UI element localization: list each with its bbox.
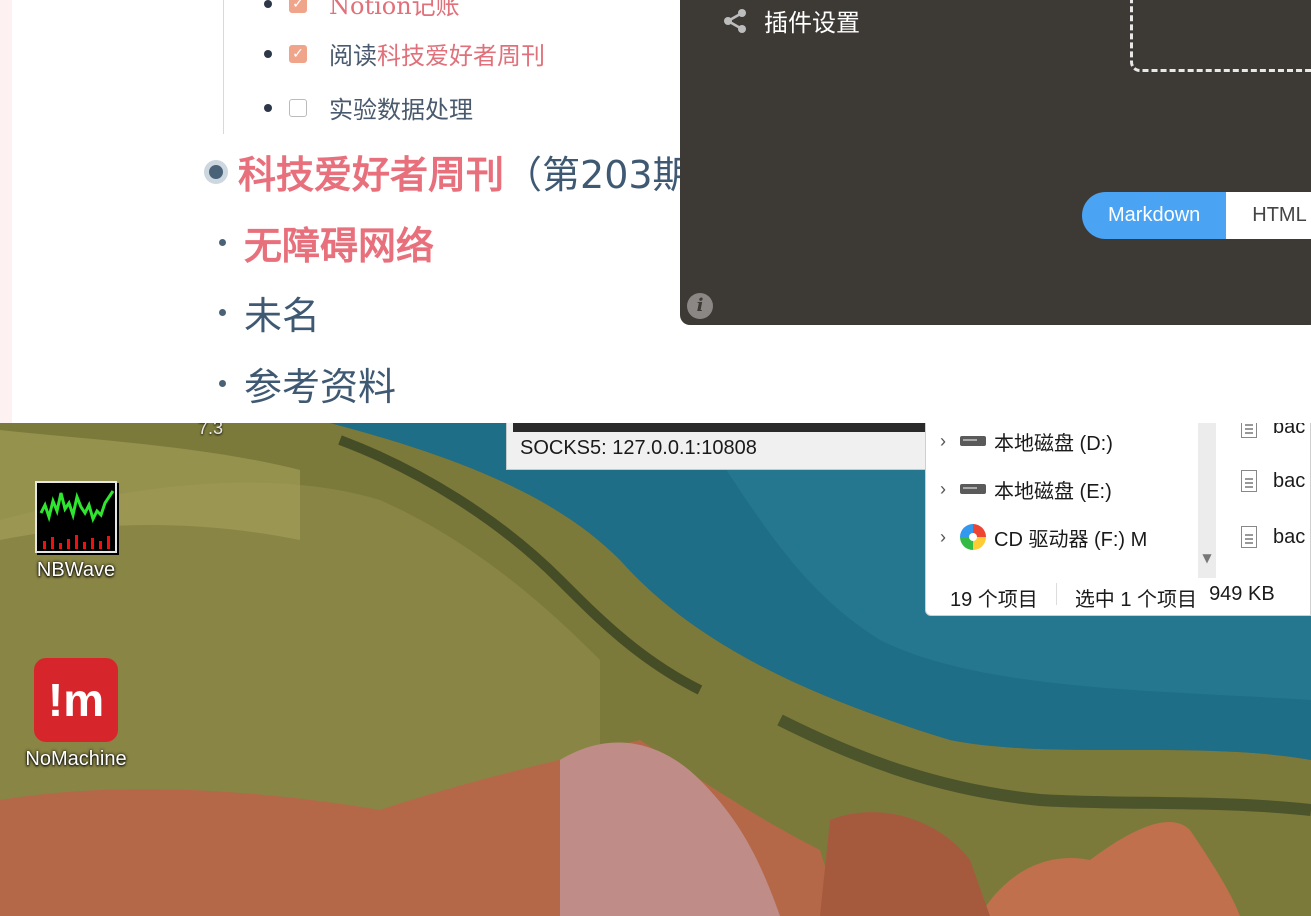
nav-tree-item-drive-e[interactable]: › 本地磁盘 (E:) [926,469,1112,509]
proxy-socks-status: SOCKS5: 127.0.0.1:10808 [520,437,757,459]
task-checkbox-checked[interactable]: ✓ [289,0,307,13]
drop-zone[interactable] [1130,0,1311,72]
outline-item[interactable]: 未名 [219,285,320,340]
outline-bullet-focused[interactable] [204,159,228,184]
outline-bullet[interactable] [219,380,226,387]
desktop-icon-label: NBWave [36,559,116,581]
outline-item-title: 无障碍网络 [244,224,435,268]
outline-bullet[interactable] [219,239,226,246]
nav-tree-label: CD 驱动器 (F:) M [994,528,1148,551]
task-text[interactable]: 阅读 [329,36,377,71]
chevron-right-icon[interactable]: › [926,479,960,500]
task-item: ✓ Notion记账 [264,0,460,21]
nav-tree-item-cd-drive[interactable]: › CD 驱动器 (F:) M [926,517,1174,557]
task-text[interactable]: Notion记账 [329,0,460,21]
list-bullet [264,49,272,58]
drive-icon [960,484,986,494]
share-icon [724,8,746,33]
proxy-toolbar-edge [513,423,931,432]
cd-drive-icon [960,524,986,550]
task-text[interactable]: 实验数据处理 [329,90,473,125]
outline-item[interactable]: 无障碍网络 [219,215,434,270]
outline-bullet[interactable] [219,309,226,316]
chevron-right-icon[interactable]: › [926,527,960,548]
format-option-html[interactable]: HTML [1226,192,1311,239]
file-explorer-window: › 本地磁盘 (D:) › 本地磁盘 (E:) › CD 驱动器 (F:) M … [925,416,1311,616]
nav-tree-label: 本地磁盘 (D:) [994,432,1113,455]
nav-tree-item-drive-d[interactable]: › 本地磁盘 (D:) [926,421,1113,461]
format-toggle[interactable]: Markdown HTML [1082,192,1311,239]
status-selected-count: 选中 1 个项目 [1074,589,1198,611]
nav-tree-label: 本地磁盘 (E:) [994,480,1112,503]
plugin-settings-panel: 插件设置 Markdown HTML i [680,0,1311,325]
proxy-client-window: SOCKS5: 127.0.0.1:10808 [506,423,936,470]
outline-item-title: 科技爱好者周刊 [238,153,505,197]
status-selected-size: 949 KB [1209,583,1275,605]
file-list-item[interactable]: bac [1241,461,1305,501]
outline-item-title: 未名 [244,294,321,338]
file-name: bac [1273,525,1306,548]
task-item: 实验数据处理 [264,90,473,125]
outline-item-title: 参考资料 [244,365,397,409]
task-checkbox-unchecked[interactable] [289,98,307,117]
outline-item-active[interactable]: 科技爱好者周刊 （第203期 [204,144,691,199]
task-link-text[interactable]: 科技爱好者周刊 [377,36,545,71]
status-divider [1055,583,1057,605]
desktop-icon-label: NoMachine [25,748,127,770]
format-option-markdown[interactable]: Markdown [1082,192,1227,239]
outline-item-suffix: （第203期 [504,153,691,197]
chevron-right-icon[interactable]: › [926,431,960,452]
file-list-item[interactable]: bac [1241,517,1305,557]
drive-icon [960,436,986,446]
scroll-down-arrow-icon[interactable]: ▼ [1198,551,1216,571]
plugin-settings-header[interactable]: 插件设置 [722,3,860,38]
nomachine-logo-icon: !m [34,658,118,742]
outline-indent-guide [223,0,224,134]
file-icon [1241,526,1257,548]
nbwave-chart-icon [35,481,117,553]
desktop-icon-nomachine[interactable]: !m NoMachine [21,658,131,771]
list-bullet [264,103,272,112]
file-name: bac [1273,469,1306,492]
file-icon [1241,470,1257,492]
task-checkbox-checked[interactable]: ✓ [289,44,307,63]
editor-left-gutter [0,0,12,423]
list-bullet [264,0,272,8]
info-icon[interactable]: i [687,293,713,319]
explorer-status-bar: 19 个项目 选中 1 个项目 949 KB [950,583,1275,612]
desktop-icon-nbwave[interactable]: NBWave [21,481,131,582]
status-item-count: 19 个项目 [950,589,1038,611]
outline-item[interactable]: 参考资料 [219,356,396,411]
task-item: ✓ 阅读 科技爱好者周刊 [264,36,545,71]
plugin-settings-title: 插件设置 [764,9,860,37]
